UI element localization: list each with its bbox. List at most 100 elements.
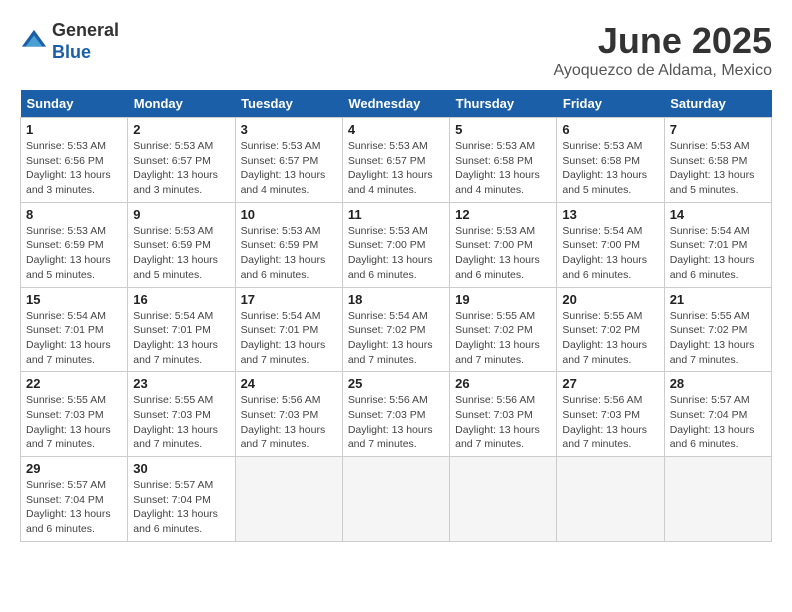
page-header: General Blue June 2025 Ayoquezco de Alda…	[20, 20, 772, 80]
table-row: 29 Sunrise: 5:57 AMSunset: 7:04 PMDayligh…	[21, 457, 128, 542]
calendar-table: Sunday Monday Tuesday Wednesday Thursday…	[20, 90, 772, 542]
col-monday: Monday	[128, 90, 235, 118]
table-row	[235, 457, 342, 542]
day-info: Sunrise: 5:54 AMSunset: 7:01 PMDaylight:…	[26, 309, 122, 368]
day-info: Sunrise: 5:55 AMSunset: 7:03 PMDaylight:…	[26, 393, 122, 452]
day-info: Sunrise: 5:53 AMSunset: 7:00 PMDaylight:…	[348, 224, 444, 283]
month-title: June 2025	[554, 20, 773, 62]
table-row: 9Sunrise: 5:53 AMSunset: 6:59 PMDaylight…	[128, 202, 235, 287]
table-row: 11 Sunrise: 5:53 AMSunset: 7:00 PMDayligh…	[342, 202, 449, 287]
table-row: 14 Sunrise: 5:54 AMSunset: 7:01 PMDayligh…	[664, 202, 771, 287]
day-info: Sunrise: 5:57 AMSunset: 7:04 PMDaylight:…	[133, 478, 229, 537]
day-number: 3	[241, 122, 337, 137]
table-row: 5 Sunrise: 5:53 AMSunset: 6:58 PMDaylight…	[450, 118, 557, 203]
table-row: 27Sunrise: 5:56 AMSunset: 7:03 PMDayligh…	[557, 372, 664, 457]
day-info: Sunrise: 5:53 AMSunset: 6:56 PMDaylight:…	[26, 139, 122, 198]
day-info: Sunrise: 5:53 AMSunset: 7:00 PMDaylight:…	[455, 224, 551, 283]
table-row: 4 Sunrise: 5:53 AMSunset: 6:57 PMDaylight…	[342, 118, 449, 203]
day-number: 24	[241, 376, 337, 391]
location: Ayoquezco de Aldama, Mexico	[554, 62, 773, 80]
day-info: Sunrise: 5:54 AMSunset: 7:01 PMDaylight:…	[670, 224, 766, 283]
day-info: Sunrise: 5:56 AMSunset: 7:03 PMDaylight:…	[455, 393, 551, 452]
table-row: 10 Sunrise: 5:53 AMSunset: 6:59 PMDayligh…	[235, 202, 342, 287]
day-info: Sunrise: 5:55 AMSunset: 7:02 PMDaylight:…	[562, 309, 658, 368]
day-number: 1	[26, 122, 122, 137]
day-number: 4	[348, 122, 444, 137]
day-number: 26	[455, 376, 551, 391]
logo: General Blue	[20, 20, 119, 63]
day-number: 28	[670, 376, 766, 391]
day-info: Sunrise: 5:54 AMSunset: 7:01 PMDaylight:…	[133, 309, 229, 368]
day-info: Sunrise: 5:56 AMSunset: 7:03 PMDaylight:…	[241, 393, 337, 452]
logo-text: General Blue	[52, 20, 119, 63]
table-row: 1 Sunrise: 5:53 AMSunset: 6:56 PMDaylight…	[21, 118, 128, 203]
title-block: June 2025 Ayoquezco de Aldama, Mexico	[554, 20, 773, 80]
day-number: 14	[670, 207, 766, 222]
table-row: 22 Sunrise: 5:55 AMSunset: 7:03 PMDayligh…	[21, 372, 128, 457]
table-row: 20 Sunrise: 5:55 AMSunset: 7:02 PMDayligh…	[557, 287, 664, 372]
day-number: 17	[241, 292, 337, 307]
day-info: Sunrise: 5:53 AMSunset: 6:58 PMDaylight:…	[455, 139, 551, 198]
day-number: 27	[562, 376, 658, 391]
day-number: 23	[133, 376, 229, 391]
day-number: 11	[348, 207, 444, 222]
table-row: 15 Sunrise: 5:54 AMSunset: 7:01 PMDayligh…	[21, 287, 128, 372]
table-row: 6 Sunrise: 5:53 AMSunset: 6:58 PMDaylight…	[557, 118, 664, 203]
day-info: Sunrise: 5:53 AMSunset: 6:57 PMDaylight:…	[348, 139, 444, 198]
day-number: 29	[26, 461, 122, 476]
col-friday: Friday	[557, 90, 664, 118]
day-info: Sunrise: 5:54 AMSunset: 7:00 PMDaylight:…	[562, 224, 658, 283]
table-row	[557, 457, 664, 542]
day-info: Sunrise: 5:53 AMSunset: 6:57 PMDaylight:…	[241, 139, 337, 198]
day-info: Sunrise: 5:57 AMSunset: 7:04 PMDaylight:…	[26, 478, 122, 537]
logo-general: General	[52, 20, 119, 40]
day-number: 19	[455, 292, 551, 307]
table-row: 18 Sunrise: 5:54 AMSunset: 7:02 PMDayligh…	[342, 287, 449, 372]
calendar-week-1: 1 Sunrise: 5:53 AMSunset: 6:56 PMDaylight…	[21, 118, 772, 203]
day-number: 6	[562, 122, 658, 137]
table-row: 28 Sunrise: 5:57 AMSunset: 7:04 PMDayligh…	[664, 372, 771, 457]
table-row: 17 Sunrise: 5:54 AMSunset: 7:01 PMDayligh…	[235, 287, 342, 372]
day-info: Sunrise: 5:53 AMSunset: 6:59 PMDaylight:…	[241, 224, 337, 283]
day-number: 22	[26, 376, 122, 391]
table-row: 30Sunrise: 5:57 AMSunset: 7:04 PMDayligh…	[128, 457, 235, 542]
table-row: 26 Sunrise: 5:56 AMSunset: 7:03 PMDayligh…	[450, 372, 557, 457]
calendar-week-5: 29 Sunrise: 5:57 AMSunset: 7:04 PMDayligh…	[21, 457, 772, 542]
day-number: 15	[26, 292, 122, 307]
day-number: 20	[562, 292, 658, 307]
calendar-week-3: 15 Sunrise: 5:54 AMSunset: 7:01 PMDayligh…	[21, 287, 772, 372]
day-info: Sunrise: 5:54 AMSunset: 7:01 PMDaylight:…	[241, 309, 337, 368]
day-info: Sunrise: 5:56 AMSunset: 7:03 PMDaylight:…	[348, 393, 444, 452]
day-number: 10	[241, 207, 337, 222]
day-number: 18	[348, 292, 444, 307]
day-number: 13	[562, 207, 658, 222]
table-row: 16 Sunrise: 5:54 AMSunset: 7:01 PMDayligh…	[128, 287, 235, 372]
table-row: 13 Sunrise: 5:54 AMSunset: 7:00 PMDayligh…	[557, 202, 664, 287]
day-info: Sunrise: 5:55 AMSunset: 7:02 PMDaylight:…	[455, 309, 551, 368]
table-row: 8Sunrise: 5:53 AMSunset: 6:59 PMDaylight…	[21, 202, 128, 287]
day-info: Sunrise: 5:54 AMSunset: 7:02 PMDaylight:…	[348, 309, 444, 368]
day-info: Sunrise: 5:55 AMSunset: 7:02 PMDaylight:…	[670, 309, 766, 368]
day-number: 25	[348, 376, 444, 391]
day-info: Sunrise: 5:55 AMSunset: 7:03 PMDaylight:…	[133, 393, 229, 452]
day-number: 12	[455, 207, 551, 222]
header-row: Sunday Monday Tuesday Wednesday Thursday…	[21, 90, 772, 118]
col-thursday: Thursday	[450, 90, 557, 118]
table-row	[664, 457, 771, 542]
day-number: 2	[133, 122, 229, 137]
day-number: 5	[455, 122, 551, 137]
day-info: Sunrise: 5:53 AMSunset: 6:59 PMDaylight:…	[26, 224, 122, 283]
col-saturday: Saturday	[664, 90, 771, 118]
table-row: 25 Sunrise: 5:56 AMSunset: 7:03 PMDayligh…	[342, 372, 449, 457]
calendar-week-2: 8Sunrise: 5:53 AMSunset: 6:59 PMDaylight…	[21, 202, 772, 287]
day-number: 16	[133, 292, 229, 307]
col-tuesday: Tuesday	[235, 90, 342, 118]
table-row: 21Sunrise: 5:55 AMSunset: 7:02 PMDayligh…	[664, 287, 771, 372]
logo-blue: Blue	[52, 42, 91, 62]
day-info: Sunrise: 5:53 AMSunset: 6:58 PMDaylight:…	[562, 139, 658, 198]
table-row: 3 Sunrise: 5:53 AMSunset: 6:57 PMDaylight…	[235, 118, 342, 203]
col-wednesday: Wednesday	[342, 90, 449, 118]
day-info: Sunrise: 5:53 AMSunset: 6:58 PMDaylight:…	[670, 139, 766, 198]
day-info: Sunrise: 5:57 AMSunset: 7:04 PMDaylight:…	[670, 393, 766, 452]
day-info: Sunrise: 5:53 AMSunset: 6:59 PMDaylight:…	[133, 224, 229, 283]
